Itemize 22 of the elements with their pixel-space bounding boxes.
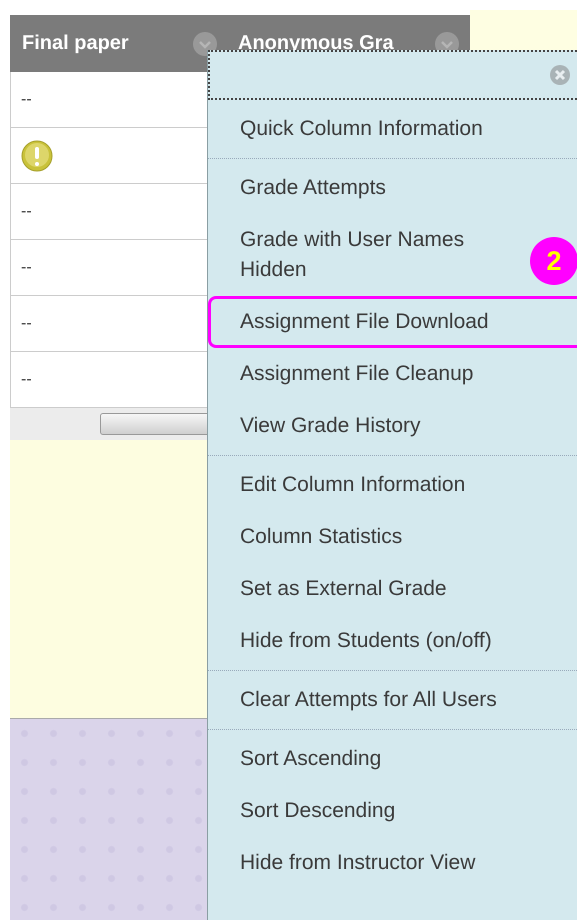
- table-cell: --: [21, 202, 32, 220]
- menu-item[interactable]: Clear Attempts for All Users: [208, 674, 520, 726]
- menu-item[interactable]: Edit Column Information: [208, 459, 577, 511]
- menu-item[interactable]: Assignment File Download: [208, 296, 577, 348]
- column-header[interactable]: Final paper: [22, 32, 129, 55]
- menu-item[interactable]: Grade with User Names Hidden: [208, 214, 520, 296]
- dropdown-icon[interactable]: [192, 30, 218, 56]
- menu-item[interactable]: Quick Column Information: [208, 103, 577, 155]
- table-cell: --: [21, 258, 32, 276]
- table-cell: --: [21, 90, 32, 108]
- menu-item[interactable]: Sort Descending: [208, 785, 577, 837]
- menu-item[interactable]: Assignment File Cleanup: [208, 348, 577, 400]
- menu-item[interactable]: Grade Attempts: [208, 162, 577, 214]
- table-cell: --: [21, 314, 32, 332]
- menu-item[interactable]: Set as External Grade: [208, 563, 577, 615]
- menu-item[interactable]: View Grade History: [208, 400, 577, 452]
- menu-item[interactable]: Hide from Instructor View: [208, 837, 577, 889]
- menu-item[interactable]: Hide from Students (on/off): [208, 615, 520, 667]
- alert-icon: [21, 140, 53, 172]
- menu-item[interactable]: Sort Ascending: [208, 733, 577, 785]
- table-cell: --: [21, 370, 32, 388]
- menu-item[interactable]: Column Statistics: [208, 511, 577, 563]
